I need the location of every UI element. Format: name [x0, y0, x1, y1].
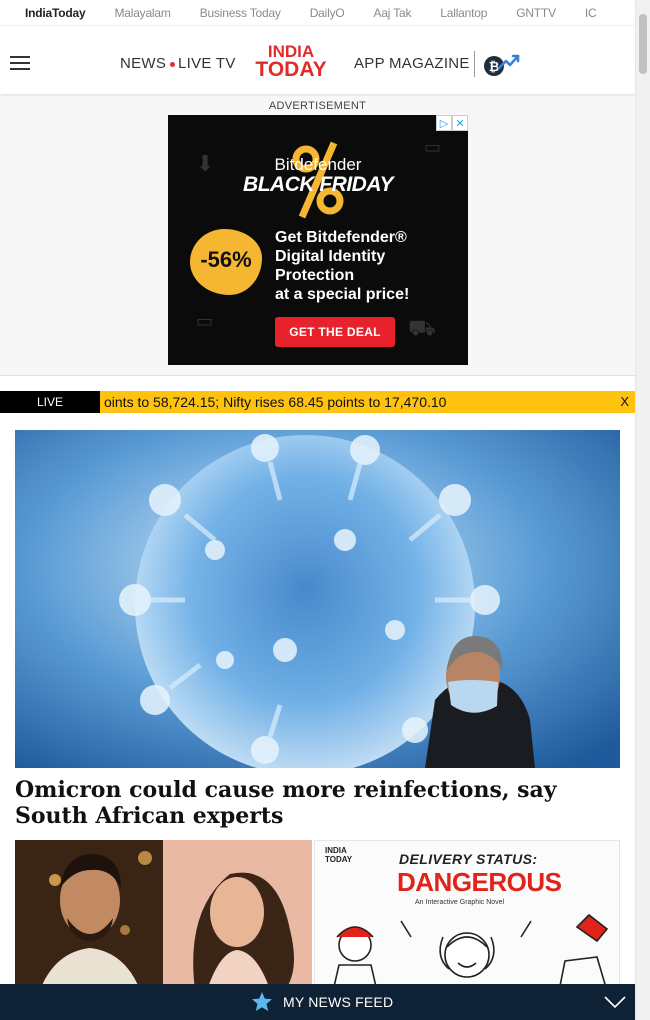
nav-magazine[interactable]: MAGAZINE	[389, 55, 470, 72]
ad-discount: -56%	[200, 247, 252, 272]
network-link-indiatoday[interactable]: IndiaToday	[25, 6, 86, 20]
ad-copy-line: Protection	[275, 267, 355, 284]
svg-text:₿: ₿	[489, 60, 500, 75]
celebrity-photo	[15, 840, 312, 990]
nav-live-tv[interactable]: LIVE TV	[178, 55, 236, 72]
ad-banner[interactable]: ⬇ ▭ ▭ ⛟ ▷ ✕ Bitdefender BLACK FRIDAY -56…	[168, 115, 468, 365]
ad-zone: ADVERTISEMENT ⬇ ▭ ▭ ⛟ ▷ ✕ Bitdefender BL…	[0, 96, 635, 376]
ad-copy-line: at a special price!	[275, 286, 410, 303]
ad-copy: Get Bitdefender® Digital Identity Protec…	[275, 228, 460, 304]
hero-image[interactable]	[15, 430, 620, 768]
scrollbar-thumb[interactable]	[639, 14, 647, 74]
ticker-text[interactable]: oints to 58,724.15; Nifty rises 68.45 po…	[104, 394, 446, 410]
live-ticker[interactable]: LIVE oints to 58,724.15; Nifty rises 68.…	[0, 391, 635, 413]
network-link-business-today[interactable]: Business Today	[200, 6, 281, 20]
star-icon	[252, 992, 272, 1011]
page-scrollbar[interactable]	[635, 0, 650, 1020]
ad-copy-line: Get Bitdefender®	[275, 229, 407, 246]
feed-label[interactable]: MY NEWS FEED	[283, 994, 393, 1010]
hero-headline[interactable]: Omicron could cause more reinfections, s…	[15, 777, 615, 829]
thumb-status: DELIVERY STATUS:	[399, 851, 538, 867]
story-thumbnail[interactable]: INDIA TODAY DELIVERY STATUS: DANGEROUS A…	[314, 840, 620, 990]
ad-event: BLACK FRIDAY	[243, 173, 393, 196]
live-badge: LIVE	[0, 391, 100, 413]
my-news-feed-bar[interactable]: MY NEWS FEED	[0, 984, 635, 1020]
ad-brand: Bitdefender	[274, 155, 362, 174]
ad-info-icon[interactable]: ▷	[436, 115, 452, 131]
ad-cta-button[interactable]: GET THE DEAL	[275, 317, 395, 347]
nav-separator	[474, 51, 475, 77]
ad-copy-line: Digital Identity	[275, 248, 386, 265]
network-link-malayalam[interactable]: Malayalam	[114, 6, 170, 20]
network-link-ic[interactable]: IC	[585, 6, 597, 20]
live-dot-icon	[170, 62, 175, 67]
ticker-close-button[interactable]: X	[620, 394, 629, 409]
virus-illustration	[15, 430, 620, 768]
site-header: NEWS LIVE TV INDIA TODAY APP MAGAZINE ₿	[0, 27, 635, 94]
ad-label: ADVERTISEMENT	[268, 100, 367, 112]
logo-line-2: TODAY	[255, 58, 326, 79]
network-link-dailyo[interactable]: DailyO	[310, 6, 345, 20]
nav-news[interactable]: NEWS	[120, 55, 166, 72]
network-link-aaj-tak[interactable]: Aaj Tak	[374, 6, 412, 20]
thumb-logo-line: TODAY	[325, 855, 353, 864]
thumb-subtitle: An Interactive Graphic Novel	[415, 899, 505, 906]
network-link-lallantop[interactable]: Lallantop	[440, 6, 487, 20]
thumb-danger: DANGEROUS	[397, 867, 562, 897]
hamburger-icon[interactable]	[10, 56, 30, 70]
sale-bag-icon: ▭	[196, 311, 214, 331]
cart-icon: ⛟	[408, 315, 436, 340]
bitcoin-trend-icon[interactable]: ₿	[482, 51, 522, 79]
india-today-logo[interactable]: INDIA TODAY	[250, 41, 332, 79]
chevron-down-icon[interactable]	[603, 995, 627, 1009]
network-bar: IndiaToday Malayalam Business Today Dail…	[0, 0, 635, 26]
story-thumbnail[interactable]	[15, 840, 312, 990]
network-link-gnttv[interactable]: GNTTV	[516, 6, 556, 20]
nav-app[interactable]: APP	[354, 55, 385, 72]
graphic-novel-illustration	[332, 913, 609, 989]
thumb-logo-line: INDIA	[325, 846, 347, 855]
close-icon[interactable]: ✕	[452, 115, 468, 131]
thumb-logo: INDIA TODAY	[325, 846, 352, 864]
ad-choices[interactable]: ▷ ✕	[436, 115, 468, 131]
